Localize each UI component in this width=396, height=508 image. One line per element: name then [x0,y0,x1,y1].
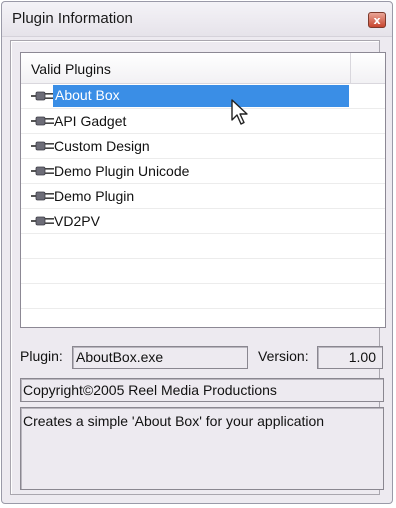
description-text: Creates a simple 'About Box' for your ap… [23,413,325,429]
list-item-label: Custom Design [54,138,150,154]
mouse-cursor-icon [231,99,248,125]
empty-row [21,284,385,309]
list-item[interactable]: Custom Design [21,134,385,159]
empty-row [21,234,385,259]
plugin-filename-value: AboutBox.exe [76,349,164,365]
list-item-label: Demo Plugin Unicode [54,163,190,179]
list-item[interactable]: VD2PV [21,209,385,234]
plug-icon [31,216,54,226]
list-item[interactable]: Demo Plugin [21,184,385,209]
close-button[interactable]: x [368,12,386,28]
plug-icon [31,116,54,126]
list-item-label: Demo Plugin [54,188,135,204]
plugin-list[interactable]: Valid Plugins About Box API Gadget Custom … [20,52,386,328]
plugin-label: Plugin: [20,348,63,364]
plug-icon [31,191,54,201]
list-item-label: API Gadget [54,113,127,129]
empty-row [21,309,385,327]
copyright-field: Copyright©2005 Reel Media Productions [20,378,384,402]
plug-icon [31,141,54,151]
version-label: Version: [258,348,309,364]
list-item-label: VD2PV [54,213,100,229]
list-item[interactable]: About Box [21,84,385,109]
plugin-filename-field: AboutBox.exe [72,346,248,369]
list-item[interactable]: API Gadget [21,109,385,134]
list-header: Valid Plugins [21,53,385,84]
close-icon: x [373,14,381,27]
list-item-label: About Box [53,85,349,107]
copyright-text: Copyright©2005 Reel Media Productions [23,382,277,398]
empty-row [21,259,385,284]
list-item[interactable]: Demo Plugin Unicode [21,159,385,184]
window-title: Plugin Information [12,10,133,27]
version-field: 1.00 [317,346,383,369]
description-field: Creates a simple 'About Box' for your ap… [20,407,384,490]
plug-icon [31,91,54,101]
title-bar[interactable]: Plugin Information x [2,2,392,37]
plug-icon [31,166,54,176]
version-value: 1.00 [348,349,376,365]
plugin-rows: About Box API Gadget Custom Design Demo Plu… [21,84,385,327]
column-header-valid-plugins[interactable]: Valid Plugins [21,53,351,83]
